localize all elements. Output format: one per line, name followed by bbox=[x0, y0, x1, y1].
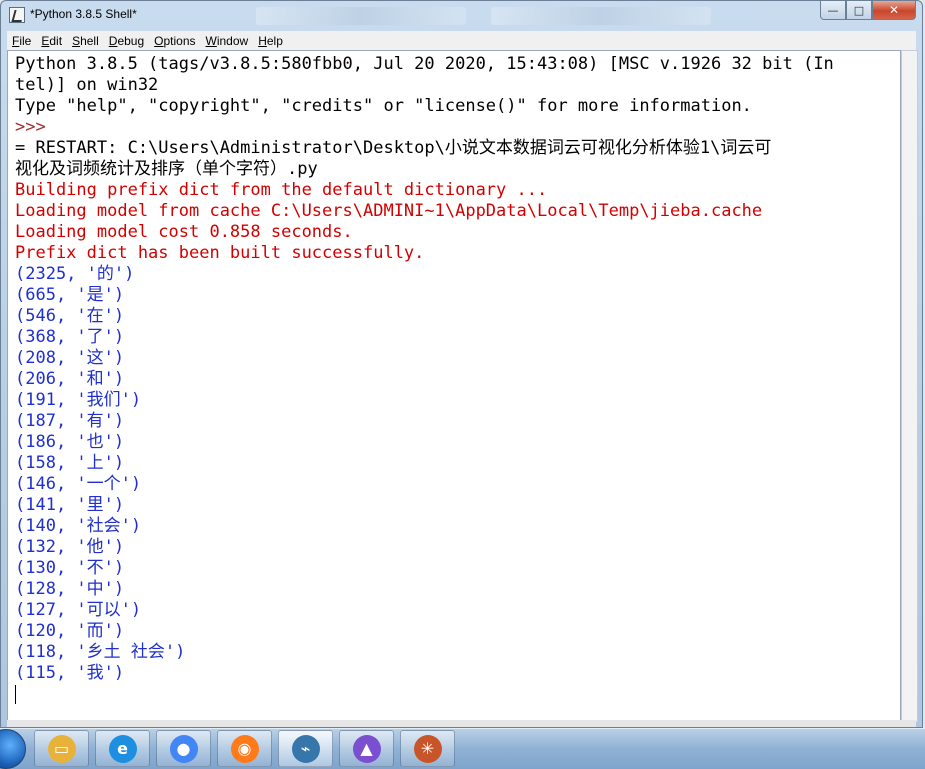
windows-taskbar: ▭ e ● ◉ ⌁ ▲ ✳ bbox=[0, 728, 925, 769]
output-line: (208, '这') bbox=[15, 348, 125, 368]
menu-file[interactable]: File bbox=[7, 34, 36, 48]
menu-label: ebug bbox=[117, 33, 145, 48]
text-line: Type "help", "copyright", "credits" or "… bbox=[15, 96, 752, 116]
input-line[interactable] bbox=[15, 684, 900, 705]
output-line: (140, '社会') bbox=[15, 516, 142, 536]
start-button[interactable] bbox=[0, 729, 26, 769]
menu-help[interactable]: Help bbox=[253, 34, 288, 48]
output-line: (206, '和') bbox=[15, 369, 125, 389]
vertical-scrollbar[interactable] bbox=[901, 50, 918, 722]
blurred-title-region bbox=[491, 7, 711, 25]
taskbar-button-python-idle[interactable]: ⌁ bbox=[278, 730, 333, 767]
stderr-line: Loading model from cache C:\Users\ADMINI… bbox=[15, 201, 763, 221]
taskbar-button-chrome[interactable]: ● bbox=[156, 730, 211, 767]
output-line: (2325, '的') bbox=[15, 264, 135, 284]
chrome-icon: ● bbox=[169, 734, 198, 763]
text-line: tel)] on win32 bbox=[15, 75, 159, 95]
output-line: (191, '我们') bbox=[15, 390, 142, 410]
menu-label: ile bbox=[19, 33, 32, 48]
taskbar-button-firefox[interactable]: ◉ bbox=[217, 730, 272, 767]
menu-accelerator: S bbox=[72, 33, 81, 48]
menu-edit[interactable]: Edit bbox=[36, 34, 67, 48]
text-caret bbox=[15, 685, 16, 704]
output-line: (146, '一个') bbox=[15, 474, 142, 494]
app-icon-2: ✳ bbox=[413, 734, 442, 763]
output-line: (132, '他') bbox=[15, 537, 125, 557]
text-line: 视化及词频统计及排序（单个字符）.py bbox=[15, 159, 318, 179]
output-line: (546, '在') bbox=[15, 306, 125, 326]
menu-label: elp bbox=[266, 33, 283, 48]
title-bar[interactable]: *Python 3.8.5 Shell* — □ ✕ bbox=[1, 1, 922, 31]
python-idle-icon: ⌁ bbox=[291, 734, 320, 763]
close-button[interactable]: ✕ bbox=[872, 1, 916, 20]
stderr-line: Building prefix dict from the default di… bbox=[15, 180, 548, 200]
menu-shell[interactable]: Shell bbox=[67, 34, 104, 48]
output-line: (128, '中') bbox=[15, 579, 125, 599]
taskbar-button-file-explorer[interactable]: ▭ bbox=[34, 730, 89, 767]
taskbar-button-internet-explorer[interactable]: e bbox=[95, 730, 150, 767]
menu-accelerator: W bbox=[205, 33, 217, 48]
close-icon: ✕ bbox=[888, 3, 900, 17]
window-controls: — □ ✕ bbox=[820, 1, 916, 21]
output-line: (187, '有') bbox=[15, 411, 125, 431]
prompt-line: >>> bbox=[15, 117, 56, 137]
maximize-icon: □ bbox=[853, 3, 865, 17]
minimize-icon: — bbox=[827, 3, 839, 17]
minimize-button[interactable]: — bbox=[820, 1, 846, 20]
menu-label: dit bbox=[49, 33, 63, 48]
idle-shell-window: *Python 3.8.5 Shell* — □ ✕ File Edit Shell… bbox=[0, 0, 923, 728]
internet-explorer-icon: e bbox=[108, 734, 137, 763]
menu-options[interactable]: Options bbox=[149, 34, 200, 48]
menu-window[interactable]: Window bbox=[201, 34, 254, 48]
blurred-title-region bbox=[256, 7, 466, 25]
window-title: *Python 3.8.5 Shell* bbox=[30, 7, 137, 21]
taskbar-button-app[interactable]: ▲ bbox=[339, 730, 394, 767]
file-explorer-icon: ▭ bbox=[47, 734, 76, 763]
menu-label: hell bbox=[80, 33, 99, 48]
output-line: (368, '了') bbox=[15, 327, 125, 347]
menu-accelerator: H bbox=[258, 33, 267, 48]
output-line: (141, '里') bbox=[15, 495, 125, 515]
taskbar-button-app-2[interactable]: ✳ bbox=[400, 730, 455, 767]
output-line: (665, '是') bbox=[15, 285, 125, 305]
output-line: (186, '也') bbox=[15, 432, 125, 452]
menu-label: indow bbox=[216, 33, 249, 48]
maximize-button[interactable]: □ bbox=[846, 1, 872, 20]
menu-debug[interactable]: Debug bbox=[104, 34, 149, 48]
menu-bar: File Edit Shell Debug Options Window Help bbox=[7, 31, 916, 51]
shell-output: Python 3.8.5 (tags/v3.8.5:580fbb0, Jul 2… bbox=[15, 54, 900, 705]
app-icon: ▲ bbox=[352, 734, 381, 763]
output-line: (127, '可以') bbox=[15, 600, 142, 620]
output-line: (120, '而') bbox=[15, 621, 125, 641]
shell-text-area[interactable]: Python 3.8.5 (tags/v3.8.5:580fbb0, Jul 2… bbox=[7, 50, 901, 722]
text-line: = RESTART: C:\Users\Administrator\Deskto… bbox=[15, 138, 772, 158]
output-line: (115, '我') bbox=[15, 663, 125, 683]
text-line: Python 3.8.5 (tags/v3.8.5:580fbb0, Jul 2… bbox=[15, 54, 834, 74]
stderr-line: Loading model cost 0.858 seconds. bbox=[15, 222, 353, 242]
menu-label: ptions bbox=[163, 33, 196, 48]
output-line: (158, '上') bbox=[15, 453, 125, 473]
firefox-icon: ◉ bbox=[230, 734, 259, 763]
output-line: (130, '不') bbox=[15, 558, 125, 578]
idle-app-icon bbox=[9, 7, 25, 23]
notification-area[interactable] bbox=[875, 733, 925, 765]
status-bar bbox=[7, 720, 916, 727]
stderr-line: Prefix dict has been built successfully. bbox=[15, 243, 425, 263]
output-line: (118, '乡土 社会') bbox=[15, 642, 186, 662]
